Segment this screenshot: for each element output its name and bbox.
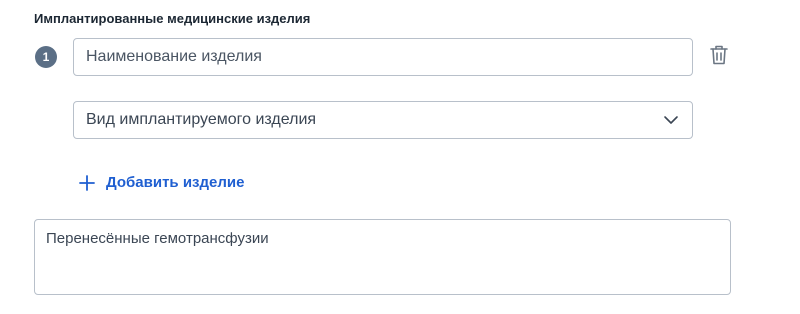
item-type-select[interactable]: Вид имплантируемого изделия [73,101,693,139]
delete-item-button[interactable] [706,44,732,70]
item-name-field[interactable] [73,38,693,76]
implants-form: Имплантированные медицинские изделия 1 В… [0,0,800,314]
transfusions-textarea[interactable]: Перенесённые гемотрансфузии [34,219,731,295]
trash-icon [709,44,729,71]
add-item-label: Добавить изделие [106,174,245,191]
section-title: Имплантированные медицинские изделия [34,11,311,26]
item-type-select-value: Вид имплантируемого изделия [86,111,317,128]
add-item-button[interactable]: Добавить изделие [79,174,244,191]
item-name-input[interactable] [74,48,692,66]
chevron-down-icon [662,111,680,129]
plus-icon [79,174,95,191]
item-index-badge: 1 [35,46,57,68]
